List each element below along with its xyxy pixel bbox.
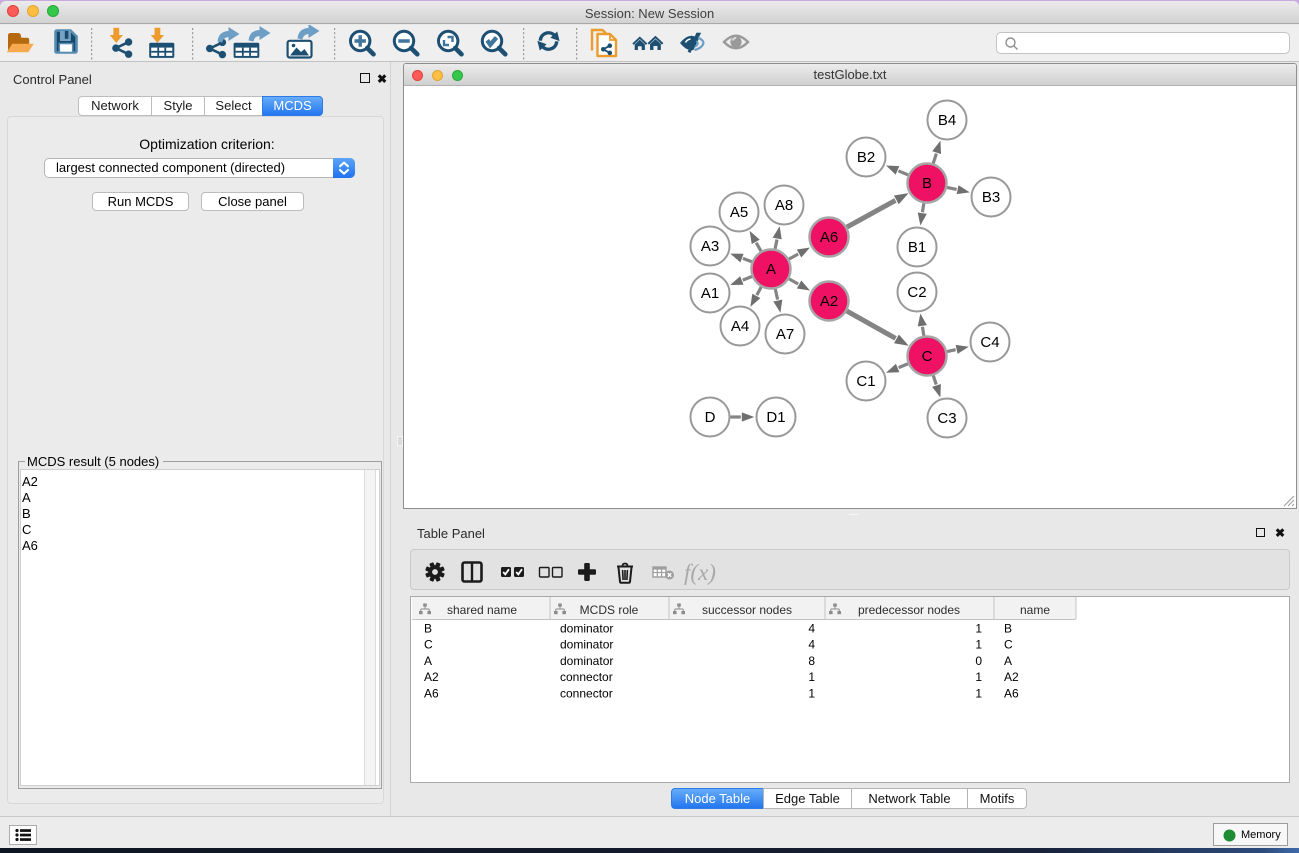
svg-text:successor nodes: successor nodes	[702, 603, 792, 617]
svg-text:C3: C3	[937, 410, 956, 427]
svg-text:A6: A6	[820, 229, 838, 246]
svg-text:C4: C4	[980, 334, 999, 351]
svg-text:1: 1	[975, 686, 982, 700]
svg-text:f(x): f(x)	[684, 560, 716, 585]
svg-text:B4: B4	[938, 112, 956, 129]
svg-text:1: 1	[808, 686, 815, 700]
svg-text:dominator: dominator	[560, 638, 613, 652]
svg-text:dominator: dominator	[560, 654, 613, 668]
svg-text:A2: A2	[820, 293, 838, 310]
svg-text:A: A	[424, 654, 432, 668]
svg-text:4: 4	[808, 638, 815, 652]
svg-text:A6: A6	[1004, 686, 1019, 700]
svg-text:4: 4	[808, 622, 815, 636]
svg-text:B: B	[424, 622, 432, 636]
svg-text:predecessor nodes: predecessor nodes	[858, 603, 960, 617]
svg-text:A7: A7	[776, 326, 794, 343]
svg-text:A2: A2	[424, 670, 439, 684]
svg-text:C: C	[922, 348, 933, 365]
svg-text:A8: A8	[775, 197, 793, 214]
svg-text:B2: B2	[857, 149, 875, 166]
svg-text:C1: C1	[856, 373, 875, 390]
svg-text:B: B	[922, 175, 932, 192]
svg-text:A: A	[766, 261, 776, 278]
svg-text:C2: C2	[907, 284, 926, 301]
svg-text:0: 0	[975, 654, 982, 668]
svg-text:B3: B3	[982, 189, 1000, 206]
svg-text:A: A	[1004, 654, 1012, 668]
svg-text:MCDS role: MCDS role	[580, 603, 639, 617]
svg-text:A4: A4	[731, 318, 749, 335]
svg-text:shared name: shared name	[447, 603, 517, 617]
svg-text:1: 1	[975, 670, 982, 684]
svg-text:C: C	[1004, 638, 1013, 652]
svg-text:B1: B1	[908, 239, 926, 256]
svg-text:connector: connector	[560, 686, 613, 700]
svg-text:A3: A3	[701, 238, 719, 255]
svg-text:connector: connector	[560, 670, 613, 684]
svg-text:8: 8	[808, 654, 815, 668]
svg-text:dominator: dominator	[560, 622, 613, 636]
svg-text:A2: A2	[1004, 670, 1019, 684]
svg-text:A5: A5	[730, 204, 748, 221]
svg-text:C: C	[424, 638, 433, 652]
svg-text:1: 1	[808, 670, 815, 684]
svg-text:D1: D1	[766, 409, 785, 426]
svg-text:1: 1	[975, 638, 982, 652]
svg-text:A6: A6	[424, 686, 439, 700]
svg-text:1: 1	[975, 622, 982, 636]
svg-text:D: D	[705, 409, 716, 426]
svg-text:A1: A1	[701, 285, 719, 302]
svg-text:B: B	[1004, 622, 1012, 636]
svg-text:name: name	[1020, 603, 1050, 617]
